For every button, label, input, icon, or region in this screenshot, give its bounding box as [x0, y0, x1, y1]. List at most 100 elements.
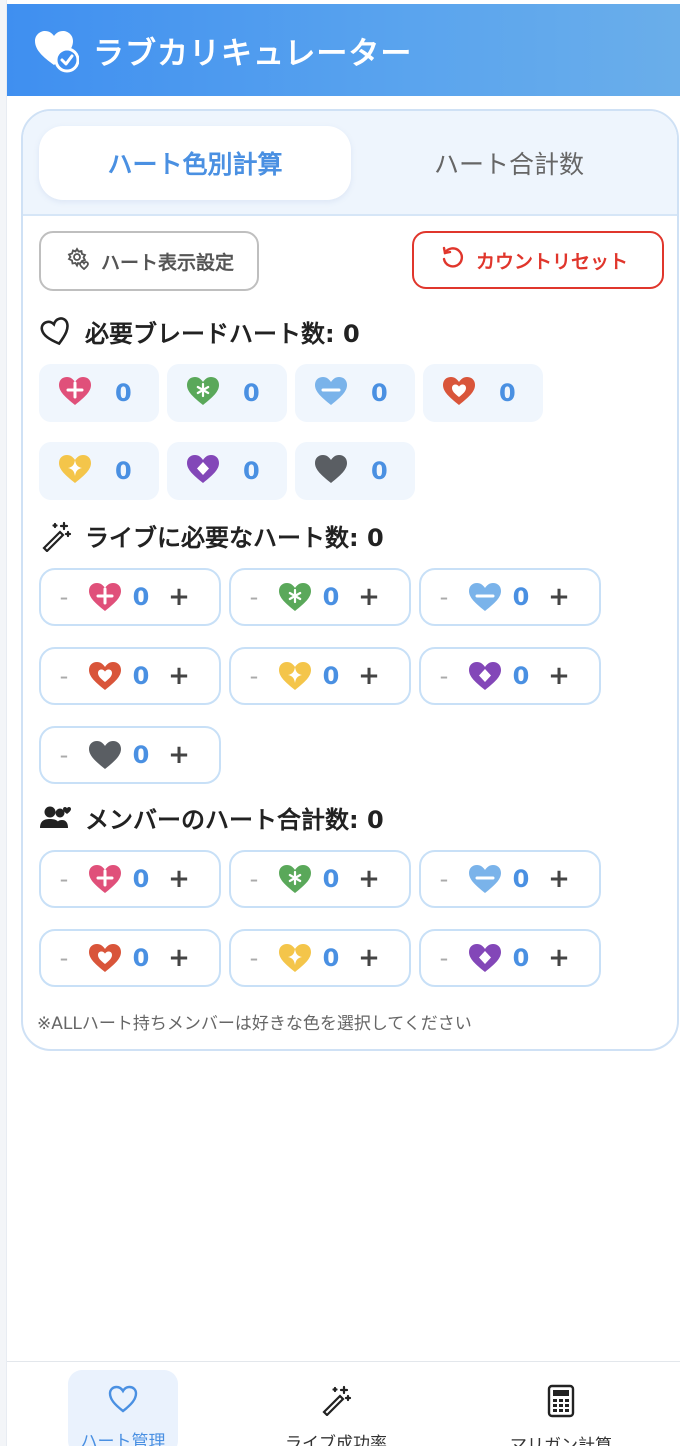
member-heart-heart-count: 0 [512, 865, 530, 893]
live-heart-stepper-yellow: - 0 + [229, 647, 411, 705]
live-heart-heart-count: 0 [322, 583, 340, 611]
increment-button[interactable]: + [159, 864, 199, 894]
blade-heart-count: 0 [371, 457, 388, 485]
member-heart-stepper-pink: - 0 + [39, 850, 221, 908]
minus-heart-icon [467, 580, 503, 614]
member-heart-section-title: メンバーのハート合計数: 0 [39, 800, 384, 835]
decrement-button[interactable]: - [41, 583, 87, 611]
member-heart-stepper-yellow: - 0 + [229, 929, 411, 987]
live-heart-heart-count: 0 [512, 583, 530, 611]
member-heart-heart-count: 0 [132, 865, 150, 893]
live-heart-stepper-gray: - 0 + [39, 726, 221, 784]
diamond-heart-icon [467, 941, 503, 975]
plus-heart-icon [87, 862, 123, 896]
increment-button[interactable]: + [159, 943, 199, 973]
live-heart-heart-count: 0 [322, 662, 340, 690]
nav-heart-management[interactable]: ハート管理 [68, 1370, 178, 1446]
increment-button[interactable]: + [159, 740, 199, 770]
tab-heart-total[interactable]: ハート合計数 [353, 126, 665, 200]
asterisk-heart-icon [185, 374, 221, 412]
decrement-button[interactable]: - [231, 944, 277, 972]
heart-outline-icon [107, 1384, 139, 1419]
increment-button[interactable]: + [349, 661, 389, 691]
plus-heart-icon [57, 374, 93, 412]
reset-button-label: カウントリセット [476, 250, 629, 273]
nav-heart-management-label: ハート管理 [80, 1432, 166, 1446]
heart-in-heart-icon [87, 659, 123, 693]
increment-button[interactable]: + [349, 943, 389, 973]
plus-heart-icon [87, 580, 123, 614]
live-heart-section-title: ライブに必要なハート数: 0 [39, 518, 384, 553]
increment-button[interactable]: + [539, 943, 579, 973]
decrement-button[interactable]: - [421, 944, 467, 972]
decrement-button[interactable]: - [41, 944, 87, 972]
sparkle-heart-icon [57, 452, 93, 490]
increment-button[interactable]: + [349, 582, 389, 612]
count-reset-button[interactable]: カウントリセット [412, 231, 664, 289]
decrement-button[interactable]: - [231, 662, 277, 690]
blade-heart-chip-yellow: 0 [39, 442, 159, 500]
heart-check-logo-icon [33, 27, 80, 73]
heart-outline-icon [39, 315, 73, 349]
minus-heart-icon [467, 862, 503, 896]
blade-heart-chip-gray: 0 [295, 442, 415, 500]
decrement-button[interactable]: - [421, 583, 467, 611]
increment-button[interactable]: + [539, 582, 579, 612]
magic-wand-icon [320, 1384, 352, 1421]
decrement-button[interactable]: - [41, 741, 87, 769]
live-heart-heart-count: 0 [132, 662, 150, 690]
nav-mulligan-calc-label: マリガン計算 [510, 1436, 612, 1446]
decrement-button[interactable]: - [421, 865, 467, 893]
app-title: ラブカリキュレーター [93, 35, 413, 72]
increment-button[interactable]: + [349, 864, 389, 894]
nav-mulligan-calc[interactable]: マリガン計算 [506, 1370, 616, 1446]
calculator-icon [547, 1384, 575, 1423]
nav-live-success-rate-label: ライブ成功率 [285, 1434, 387, 1446]
live-heart-stepper-pink: - 0 + [39, 568, 221, 626]
increment-button[interactable]: + [539, 661, 579, 691]
decrement-button[interactable]: - [421, 662, 467, 690]
live-heart-stepper-purple: - 0 + [419, 647, 601, 705]
tab-heart-by-color[interactable]: ハート色別計算 [39, 126, 351, 200]
heart-display-settings-button[interactable]: ハート表示設定 [39, 231, 259, 291]
decrement-button[interactable]: - [41, 662, 87, 690]
member-heart-heart-count: 0 [322, 944, 340, 972]
asterisk-heart-icon [277, 862, 313, 896]
decrement-button[interactable]: - [41, 865, 87, 893]
blade-heart-chip-pink: 0 [39, 364, 159, 422]
member-heart-stepper-blue: - 0 + [419, 850, 601, 908]
blade-heart-count: 0 [499, 379, 516, 407]
tab-bar: ハート色別計算 ハート合計数 [23, 111, 677, 216]
increment-button[interactable]: + [539, 864, 579, 894]
decrement-button[interactable]: - [231, 865, 277, 893]
member-heart-stepper-red: - 0 + [39, 929, 221, 987]
reset-arrow-icon [440, 245, 476, 276]
member-heart-heart-count: 0 [322, 865, 340, 893]
increment-button[interactable]: + [159, 582, 199, 612]
blade-heart-count: 0 [115, 379, 132, 407]
blade-heart-section-title: 必要ブレードハート数: 0 [39, 314, 360, 349]
live-heart-heart-count: 0 [132, 741, 150, 769]
settings-button-label: ハート表示設定 [101, 251, 235, 274]
increment-button[interactable]: + [159, 661, 199, 691]
all-heart-note: ※ALLハート持ちメンバーは好きな色を選択してください [37, 1014, 472, 1034]
blade-heart-count: 0 [243, 457, 260, 485]
member-heart-heart-count: 0 [132, 944, 150, 972]
diamond-heart-icon [185, 452, 221, 490]
blade-heart-count: 0 [243, 379, 260, 407]
live-heart-heart-count: 0 [512, 662, 530, 690]
asterisk-heart-icon [277, 580, 313, 614]
live-heart-stepper-green: - 0 + [229, 568, 411, 626]
main-card: ハート色別計算 ハート合計数 ハート表示設定 カウントリセット 必要ブレードハー… [21, 109, 679, 1051]
live-heart-stepper-red: - 0 + [39, 647, 221, 705]
app-header: ラブカリキュレーター [7, 4, 680, 96]
diamond-heart-icon [467, 659, 503, 693]
blade-heart-chip-green: 0 [167, 364, 287, 422]
plain-heart-icon [87, 738, 123, 772]
member-heart-stepper-purple: - 0 + [419, 929, 601, 987]
live-heart-stepper-blue: - 0 + [419, 568, 601, 626]
magic-wand-icon [39, 519, 73, 553]
nav-live-success-rate[interactable]: ライブ成功率 [281, 1370, 391, 1446]
members-heart-icon [39, 801, 73, 835]
decrement-button[interactable]: - [231, 583, 277, 611]
